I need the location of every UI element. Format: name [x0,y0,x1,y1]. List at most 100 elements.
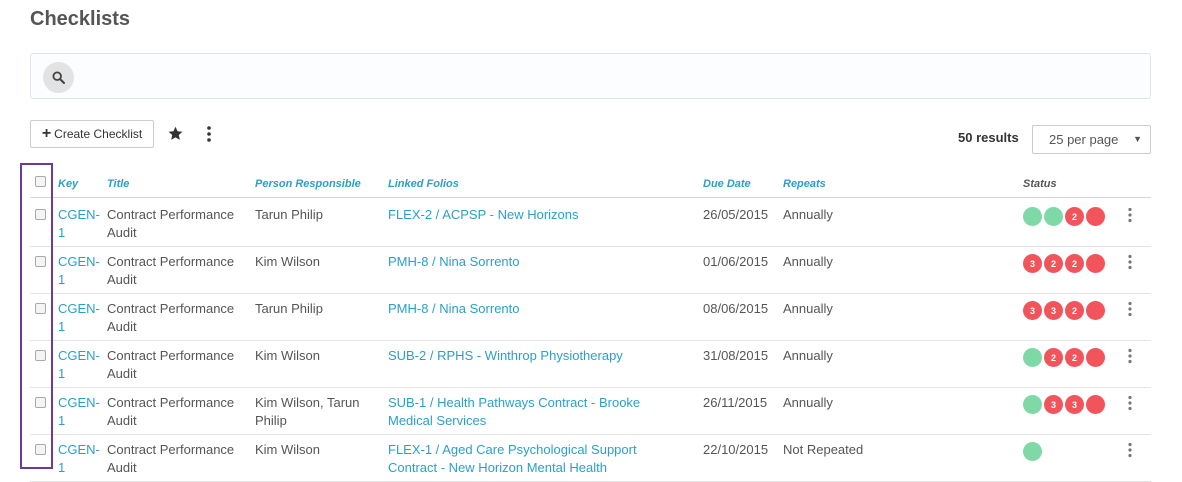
row-repeats: Annually [783,254,833,269]
row-checkbox[interactable] [35,397,46,408]
status-indicators [1023,442,1042,461]
create-checklist-label: Create Checklist [54,127,143,141]
row-repeats: Not Repeated [783,442,864,457]
row-linked-folio[interactable]: SUB-2 / RPHS - Winthrop Physiotherapy [388,347,688,365]
status-indicators: 33 [1023,395,1105,414]
status-dot[interactable]: 2 [1044,254,1063,273]
status-dot[interactable]: 2 [1065,207,1084,226]
results-count: 50 results [958,130,1019,145]
table-row: CGEN-1 Contract Performance Audit Kim Wils… [30,340,1151,388]
row-due-date: 01/06/2015 [703,254,769,269]
more-vertical-icon[interactable] [204,125,214,143]
row-person: Kim Wilson [255,348,321,363]
row-key-link[interactable]: CGEN-1 [58,394,102,430]
status-indicators: 322 [1023,254,1105,273]
row-checkbox[interactable] [35,209,46,220]
page-title: Checklists [30,8,131,30]
star-icon[interactable] [167,125,185,143]
row-person: Tarun Philip [255,207,323,222]
status-dot[interactable] [1086,254,1105,273]
status-dot[interactable]: 3 [1044,301,1063,320]
row-title: Contract Performance Audit [107,254,235,287]
status-dot[interactable] [1086,301,1105,320]
status-indicators: 22 [1023,348,1105,367]
table-row: CGEN-1 Contract Performance Audit Tarun Ph… [30,199,1151,247]
row-title: Contract Performance Audit [107,395,235,428]
status-dot[interactable] [1086,395,1105,414]
header-key[interactable]: Key [58,178,78,190]
header-person[interactable]: Person Responsible [255,178,361,190]
per-page-value: 25 per page [1049,132,1119,147]
status-dot[interactable]: 3 [1023,301,1042,320]
status-dot[interactable]: 2 [1065,348,1084,367]
row-person: Tarun Philip [255,301,323,316]
row-repeats: Annually [783,301,833,316]
select-all-checkbox[interactable] [35,176,46,187]
header-repeats[interactable]: Repeats [783,178,826,190]
row-more-icon[interactable] [1126,207,1134,223]
row-more-icon[interactable] [1126,301,1134,317]
status-dot[interactable]: 3 [1023,254,1042,273]
row-due-date: 22/10/2015 [703,442,769,457]
header-folios[interactable]: Linked Folios [388,178,459,190]
table-row: CGEN-1 Contract Performance Audit Kim Wils… [30,246,1151,294]
row-person: Kim Wilson [255,254,321,269]
row-due-date: 26/11/2015 [703,395,768,410]
status-dot[interactable]: 2 [1044,348,1063,367]
row-title: Contract Performance Audit [107,301,235,334]
status-dot[interactable] [1044,207,1063,226]
row-due-date: 31/08/2015 [703,348,769,363]
status-dot[interactable]: 3 [1065,395,1084,414]
row-checkbox[interactable] [35,444,46,455]
header-title[interactable]: Title [107,178,129,190]
row-key-link[interactable]: CGEN-1 [58,300,102,336]
row-title: Contract Performance Audit [107,442,235,475]
status-dot[interactable]: 3 [1044,395,1063,414]
row-more-icon[interactable] [1126,348,1134,364]
row-checkbox[interactable] [35,350,46,361]
row-key-link[interactable]: CGEN-1 [58,253,102,289]
header-status: Status [1023,178,1057,190]
row-title: Contract Performance Audit [107,348,235,381]
row-key-link[interactable]: CGEN-1 [58,347,102,383]
search-icon[interactable] [43,62,74,93]
row-title: Contract Performance Audit [107,207,235,240]
row-more-icon[interactable] [1126,442,1134,458]
status-dot[interactable]: 2 [1065,301,1084,320]
row-more-icon[interactable] [1126,395,1134,411]
row-linked-folio[interactable]: SUB-1 / Health Pathways Contract - Brook… [388,394,688,430]
status-dot[interactable] [1086,348,1105,367]
row-repeats: Annually [783,395,833,410]
status-dot[interactable] [1023,207,1042,226]
plus-icon: + [41,125,52,142]
row-checkbox[interactable] [35,303,46,314]
row-linked-folio[interactable]: PMH-8 / Nina Sorrento [388,300,688,318]
status-indicators: 332 [1023,301,1105,320]
caret-down-icon: ▼ [1133,134,1142,144]
row-due-date: 08/06/2015 [703,301,769,316]
row-repeats: Annually [783,207,833,222]
search-bar[interactable] [30,53,1151,99]
status-dot[interactable] [1023,348,1042,367]
row-repeats: Annually [783,348,833,363]
status-dot[interactable] [1086,207,1105,226]
row-checkbox[interactable] [35,256,46,267]
table-row: CGEN-1 Contract Performance Audit Kim Wils… [30,434,1151,482]
row-key-link[interactable]: CGEN-1 [58,206,102,242]
row-person: Kim Wilson [255,442,321,457]
status-dot[interactable] [1023,395,1042,414]
status-indicators: 2 [1023,207,1105,226]
table-row: CGEN-1 Contract Performance Audit Tarun Ph… [30,293,1151,341]
row-key-link[interactable]: CGEN-1 [58,441,102,477]
status-dot[interactable] [1023,442,1042,461]
status-dot[interactable]: 2 [1065,254,1084,273]
create-checklist-button[interactable]: + Create Checklist [30,120,154,148]
row-linked-folio[interactable]: FLEX-2 / ACPSP - New Horizons [388,206,688,224]
row-linked-folio[interactable]: FLEX-1 / Aged Care Psychological Support… [388,441,688,477]
header-divider [30,197,1151,198]
per-page-select[interactable]: 25 per page ▼ [1032,125,1151,154]
row-person: Kim Wilson, Tarun Philip [255,395,360,428]
row-more-icon[interactable] [1126,254,1134,270]
header-due-date[interactable]: Due Date [703,178,751,190]
row-linked-folio[interactable]: PMH-8 / Nina Sorrento [388,253,688,271]
